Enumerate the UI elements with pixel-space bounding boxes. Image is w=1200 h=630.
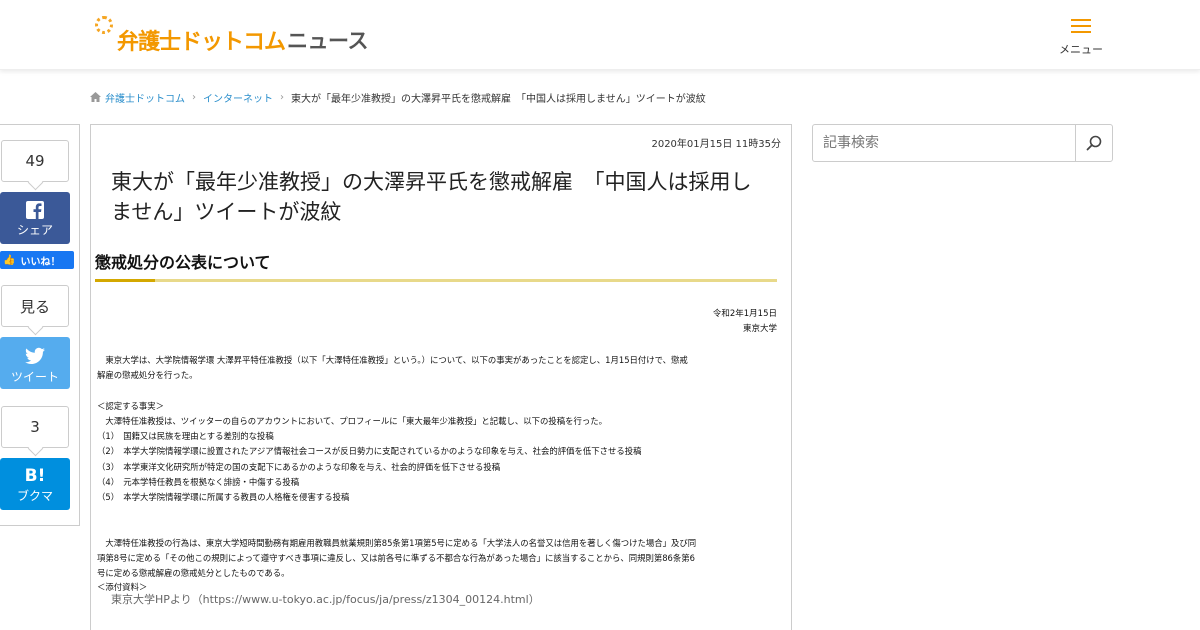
article-card: 2020年01月15日 11時35分 東大が「最年少准教授」の大澤昇平氏を懲戒解… [90,124,792,630]
search-icon [1086,135,1102,151]
home-icon [90,92,101,102]
thumbs-up-icon: 👍 [3,254,16,266]
facebook-share-count: 49 [1,140,69,182]
menu-label: メニュー [1059,43,1103,56]
search-button[interactable] [1075,125,1112,161]
logo-sun-icon [93,14,115,54]
document-date: 令和2年1月15日 [712,309,777,319]
hamburger-icon [1071,19,1091,35]
document-line: （1） 国籍又は民族を理由とする差別的な投稿 [97,431,274,442]
document-line [97,384,777,399]
chevron-right-icon: › [280,91,284,103]
site-header: 弁護士ドットコム ニュース メニュー [0,0,1200,70]
breadcrumb-category-link[interactable]: インターネット [203,90,273,105]
facebook-icon [26,201,44,219]
facebook-share-label: シェア [16,223,53,237]
logo-news-text: ニュース [287,29,368,53]
search-box [812,124,1113,162]
twitter-bird-icon [25,347,45,364]
document-line: （5） 本学大学院情報学環に所属する教員の人格権を侵害する投稿 [97,492,350,503]
document-line: 東京大学は、大学院情報学環 大澤昇平特任准教授（以下「大澤特任准教授」という。）… [97,355,688,365]
site-logo[interactable]: 弁護士ドットコム ニュース [93,12,368,56]
chevron-right-icon: › [192,91,196,103]
twitter-share-count: 見る [1,285,69,327]
breadcrumb-home-link[interactable]: 弁護士ドットコム [105,90,185,105]
document-line: 解雇の懲戒処分を行った。 [97,370,198,381]
document-heading: 懲戒処分の公表について [95,253,271,272]
facebook-like-button[interactable]: 👍 いいね！ [0,251,74,269]
twitter-share-button[interactable]: ツイート [0,337,70,389]
share-sidebar: 49 シェア 👍 いいね！ 見る ツイート 3 B! ブクマ [0,124,80,526]
hatena-bookmark-count: 3 [1,406,69,448]
document-line [97,521,777,536]
facebook-share-button[interactable]: シェア [0,192,70,244]
facebook-like-label: いいね！ [20,256,61,268]
document-line: ＜認定する事実＞ [97,400,164,411]
image-caption: 東京大学HPより（https://www.u-tokyo.ac.jp/focus… [111,593,540,606]
logo-text: 弁護士ドットコム [117,30,286,55]
document-attachment-label: ＜添付資料＞ [97,582,148,591]
document-issuer: 東京大学 [742,324,777,334]
document-line: 号に定める懲戒解雇の懲戒処分としたものである。 [97,568,290,579]
breadcrumb: 弁護士ドットコム › インターネット › 東大が「最年少准教授」の大澤昇平氏を懲… [90,90,706,105]
document-divider [95,279,777,282]
document-line: （4） 元本学特任教員を根拠なく誹謗・中傷する投稿 [97,477,300,488]
search-input[interactable] [813,125,1075,161]
document-line: 項第8号に定める「その他この規則によって遵守すべき事項に違反し、又は前各号に準ず… [97,552,695,563]
document-line: （2） 本学大学院情報学環に設置されたアジア情報社会コースが反日勢力に支配されて… [97,446,642,457]
document-dateline: 令和2年1月15日 東京大学 [713,307,777,337]
hatena-bookmark-button[interactable]: B! ブクマ [0,458,70,510]
document-body: 東京大学は、大学院情報学環 大澤昇平特任准教授（以下「大澤特任准教授」という。）… [97,353,777,582]
menu-button[interactable]: メニュー [1058,16,1104,60]
hatena-bookmark-label: ブクマ [16,489,53,503]
article-image-document: 懲戒処分の公表について 令和2年1月15日 東京大学 東京大学は、大学院情報学環… [93,245,781,591]
document-line: 大澤特任准教授は、ツイッターの自らのアカウントにおいて、プロフィールに「東大最年… [97,415,608,426]
document-line: 大澤特任准教授の行為は、東京大学短時間勤務有期雇用教職員就業規則第85条第1項第… [97,537,697,548]
article-date: 2020年01月15日 11時35分 [651,139,781,150]
hatena-bookmark-icon: B! [24,466,46,486]
document-line [97,506,777,521]
article-title: 東大が「最年少准教授」の大澤昇平氏を懲戒解雇 「中国人は採用しません」ツイートが… [111,170,752,224]
breadcrumb-current: 東大が「最年少准教授」の大澤昇平氏を懲戒解雇 「中国人は採用しません」ツイートが… [291,93,706,105]
document-line: （3） 本学東洋文化研究所が特定の国の支配下にあるかのような印象を与え、社会的評… [97,461,501,472]
twitter-share-label: ツイート [10,370,59,384]
